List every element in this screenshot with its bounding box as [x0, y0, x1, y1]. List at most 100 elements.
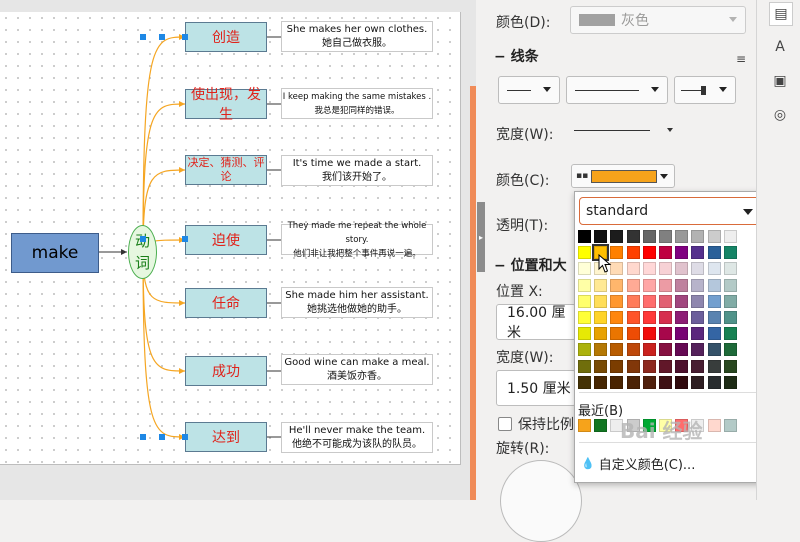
- color-swatch[interactable]: [723, 278, 737, 292]
- styles-icon[interactable]: A: [771, 38, 789, 56]
- color-swatch[interactable]: [594, 278, 608, 292]
- color-swatch[interactable]: [578, 310, 591, 324]
- drawing-canvas[interactable]: make 动 词 创造 She makes her own clothes. 她…: [0, 0, 476, 500]
- collapse-sidebar-button[interactable]: ▸: [477, 202, 485, 272]
- color-swatch[interactable]: [594, 343, 608, 357]
- selection-handle[interactable]: [159, 434, 165, 440]
- color-swatch[interactable]: [658, 359, 672, 373]
- gallery-icon[interactable]: ▣: [771, 72, 789, 90]
- arrow-style-dropdown[interactable]: [674, 76, 736, 104]
- color-swatch[interactable]: [642, 310, 656, 324]
- color-swatch[interactable]: [610, 327, 624, 341]
- color-swatch[interactable]: [707, 310, 721, 324]
- fill-color-dropdown[interactable]: 灰色: [570, 6, 746, 34]
- navigator-icon[interactable]: ◎: [771, 106, 789, 124]
- color-swatch[interactable]: [658, 262, 672, 276]
- color-swatch[interactable]: [691, 343, 705, 357]
- color-swatch[interactable]: [691, 359, 705, 373]
- line-style-dropdown[interactable]: [498, 76, 560, 104]
- color-swatch[interactable]: [642, 278, 656, 292]
- color-swatch[interactable]: [626, 343, 640, 357]
- color-swatch[interactable]: [594, 327, 608, 341]
- color-swatch[interactable]: [707, 230, 721, 243]
- chevron-down-icon[interactable]: [667, 128, 673, 132]
- color-swatch[interactable]: [578, 375, 591, 389]
- color-swatch[interactable]: [642, 230, 656, 243]
- color-swatch[interactable]: [723, 230, 737, 243]
- selection-handle[interactable]: [182, 34, 188, 40]
- branch-sentence-6[interactable]: He'll never make the team. 他绝不可能成为该队的队员。: [281, 422, 433, 453]
- color-swatch[interactable]: [610, 359, 624, 373]
- color-swatch[interactable]: [642, 343, 656, 357]
- position-section-header[interactable]: − 位置和大: [494, 255, 567, 275]
- color-swatch[interactable]: [642, 262, 656, 276]
- color-swatch[interactable]: [675, 327, 689, 341]
- width-line-preview[interactable]: [574, 130, 650, 131]
- color-swatch[interactable]: [675, 359, 689, 373]
- color-swatch[interactable]: [610, 278, 624, 292]
- color-swatch[interactable]: [626, 262, 640, 276]
- custom-color-button[interactable]: 💧 自定义颜色(C)...: [581, 454, 695, 473]
- branch-word-3[interactable]: 迫使: [185, 225, 267, 255]
- color-swatch[interactable]: [610, 343, 624, 357]
- size-width-input[interactable]: 1.50 厘米: [496, 370, 576, 406]
- color-swatch[interactable]: [658, 375, 672, 389]
- color-swatch[interactable]: [658, 343, 672, 357]
- color-swatch[interactable]: [675, 246, 689, 260]
- color-swatch[interactable]: [578, 327, 591, 341]
- color-swatch[interactable]: [610, 246, 624, 260]
- color-swatch[interactable]: [610, 375, 624, 389]
- keep-ratio-checkbox[interactable]: [498, 417, 512, 431]
- color-swatch[interactable]: [626, 246, 640, 260]
- color-swatch[interactable]: [578, 359, 591, 373]
- color-swatch[interactable]: [658, 327, 672, 341]
- drawing-page[interactable]: make 动 词 创造 She makes her own clothes. 她…: [0, 12, 461, 465]
- branch-word-6[interactable]: 达到: [185, 422, 267, 452]
- recent-color-swatch[interactable]: [578, 419, 591, 432]
- color-swatch[interactable]: [675, 310, 689, 324]
- color-swatch[interactable]: [723, 359, 737, 373]
- color-swatch[interactable]: [642, 327, 656, 341]
- branch-sentence-5[interactable]: Good wine can make a meal. 酒美饭亦香。: [281, 354, 433, 385]
- more-options-icon[interactable]: ≡: [736, 52, 746, 66]
- selection-handle[interactable]: [140, 34, 146, 40]
- color-swatch[interactable]: [707, 327, 721, 341]
- recent-color-swatch[interactable]: [707, 419, 721, 432]
- keep-ratio-option[interactable]: 保持比例: [498, 414, 574, 434]
- color-swatch[interactable]: [675, 230, 689, 243]
- rotation-dial[interactable]: [500, 460, 582, 542]
- color-swatch[interactable]: [723, 294, 737, 308]
- color-swatch[interactable]: [578, 230, 591, 243]
- color-swatch[interactable]: [594, 310, 608, 324]
- branch-word-5[interactable]: 成功: [185, 356, 267, 386]
- color-swatch[interactable]: [707, 246, 721, 260]
- color-swatch[interactable]: [675, 262, 689, 276]
- color-swatch[interactable]: [658, 230, 672, 243]
- branch-sentence-0[interactable]: She makes her own clothes. 她自己做衣服。: [281, 21, 433, 52]
- color-swatch[interactable]: [691, 230, 705, 243]
- color-swatch[interactable]: [610, 294, 624, 308]
- color-swatch[interactable]: [675, 278, 689, 292]
- selection-handle[interactable]: [182, 434, 188, 440]
- color-swatch[interactable]: [707, 294, 721, 308]
- color-swatch[interactable]: [594, 294, 608, 308]
- color-swatch[interactable]: [578, 246, 591, 260]
- color-swatch[interactable]: [658, 310, 672, 324]
- color-swatch[interactable]: [658, 278, 672, 292]
- branch-word-0[interactable]: 创造: [185, 22, 267, 52]
- color-swatch[interactable]: [691, 278, 705, 292]
- color-swatch[interactable]: [626, 359, 640, 373]
- branch-word-1[interactable]: 使出现，发生: [185, 87, 267, 123]
- selection-handle[interactable]: [140, 236, 146, 242]
- color-swatch[interactable]: [626, 278, 640, 292]
- color-swatch[interactable]: [691, 294, 705, 308]
- root-node[interactable]: make: [11, 233, 99, 273]
- color-swatch[interactable]: [707, 359, 721, 373]
- color-swatch[interactable]: [723, 375, 737, 389]
- color-swatch[interactable]: [626, 230, 640, 243]
- color-swatch[interactable]: [626, 375, 640, 389]
- color-swatch[interactable]: [626, 327, 640, 341]
- color-swatch[interactable]: [642, 359, 656, 373]
- color-swatch[interactable]: [723, 310, 737, 324]
- color-swatch[interactable]: [723, 327, 737, 341]
